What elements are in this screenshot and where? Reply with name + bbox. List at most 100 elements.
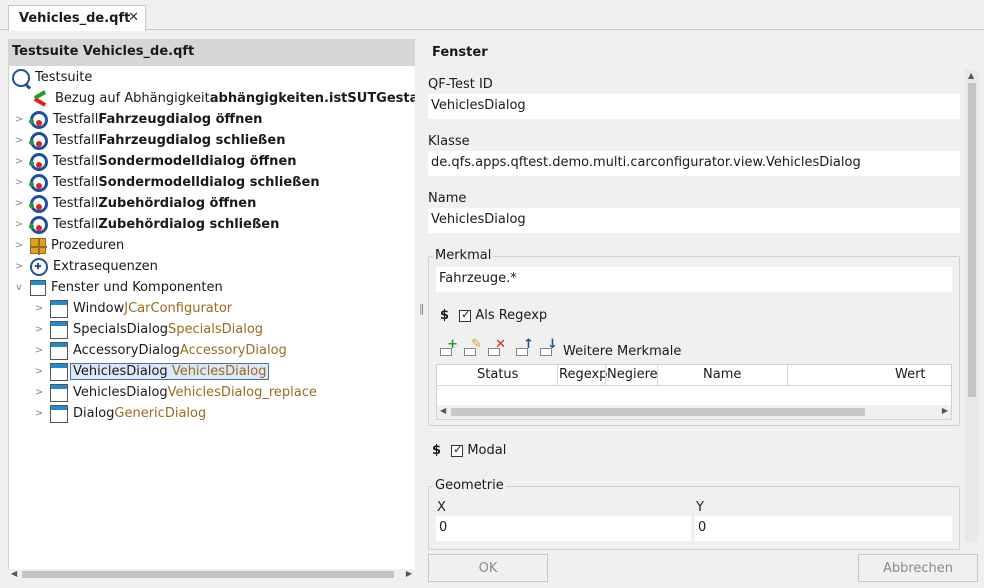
tree-item-window[interactable]: > Dialog GenericDialog <box>32 403 206 424</box>
scrollbar-thumb[interactable] <box>22 571 394 578</box>
dollar-icon[interactable]: $ <box>432 443 441 458</box>
scroll-right-icon[interactable]: ▶ <box>942 406 948 415</box>
edit-row-icon[interactable]: ✎ <box>464 337 484 356</box>
klasse-field[interactable]: de.qfs.apps.qftest.demo.multi.carconfigu… <box>428 151 960 176</box>
tab-vehicles-qft[interactable]: Vehicles_de.qft ✕ <box>8 5 146 31</box>
testsuite-tree[interactable]: Testsuite Bezug auf Abhängigkeit abhängi… <box>8 66 415 569</box>
expand-chevron-icon[interactable]: > <box>12 240 26 251</box>
panel-title: Fenster <box>432 45 488 60</box>
x-field[interactable]: 0 <box>436 516 691 541</box>
delete-row-icon[interactable]: ✕ <box>488 337 508 356</box>
expand-chevron-icon[interactable]: > <box>12 135 26 146</box>
tree-item-testsuite[interactable]: Testsuite <box>12 67 92 88</box>
name-field[interactable]: VehiclesDialog <box>428 208 960 233</box>
tree-item-label-bold: Fahrzeugdialog öffnen <box>98 112 263 127</box>
tree-item-testcase[interactable]: > Testfall Sondermodelldialog öffnen <box>12 151 297 172</box>
expand-chevron-icon[interactable]: > <box>12 114 26 125</box>
y-field[interactable]: 0 <box>695 516 952 541</box>
modal-checkbox[interactable] <box>451 443 464 457</box>
tree-item-label: Testfall <box>53 217 99 232</box>
tree-item-label: Prozeduren <box>51 238 125 253</box>
regexp-checkbox[interactable] <box>459 308 472 322</box>
expand-chevron-icon[interactable]: > <box>12 261 26 272</box>
tree-item-label: VehiclesDialog <box>73 385 168 400</box>
scrollbar-thumb[interactable] <box>968 83 976 397</box>
tree-item-label: Bezug auf Abhängigkeit <box>55 91 210 106</box>
tree-horizontal-scrollbar[interactable]: ◀ ▶ <box>8 569 415 580</box>
expand-chevron-icon[interactable]: > <box>32 366 46 377</box>
close-icon[interactable]: ✕ <box>128 10 139 25</box>
merkmal-field[interactable]: Fahrzeuge.* <box>436 267 952 292</box>
add-row-icon[interactable]: + <box>440 337 460 356</box>
tree-item-testcase[interactable]: > Testfall Fahrzeugdialog öffnen <box>12 109 262 130</box>
testsuite-header: Testsuite Vehicles_de.qft <box>8 39 415 66</box>
tree-item-label: Testsuite <box>35 70 93 85</box>
tree-item-testcase[interactable]: > Testfall Zubehördialog öffnen <box>12 193 256 214</box>
tree-item-windows-components[interactable]: v Fenster und Komponenten <box>12 277 223 298</box>
expand-chevron-icon[interactable]: > <box>32 345 46 356</box>
column-status[interactable]: Status <box>477 367 518 382</box>
extras-icon <box>30 257 48 276</box>
tree-item-testcase[interactable]: > Testfall Sondermodelldialog schließen <box>12 172 320 193</box>
scroll-left-icon[interactable]: ◀ <box>440 406 446 415</box>
tree-item-testcase[interactable]: > Testfall Zubehördialog schließen <box>12 214 279 235</box>
procedures-icon <box>30 237 47 255</box>
move-up-icon[interactable]: ↑ <box>516 337 536 356</box>
details-vertical-scrollbar[interactable]: ▲ <box>965 70 978 542</box>
tree-item-window[interactable]: > VehiclesDialog VehiclesDialog_replace <box>32 382 317 403</box>
expand-chevron-icon[interactable]: > <box>12 156 26 167</box>
scrollbar-thumb[interactable] <box>451 408 865 416</box>
tree-item-label: Extrasequenzen <box>53 259 158 274</box>
tree-item-label-bold: Sondermodelldialog schließen <box>98 175 320 190</box>
table-horizontal-scrollbar[interactable]: ◀ ▶ <box>437 405 951 419</box>
dollar-icon[interactable]: $ <box>440 308 449 323</box>
move-down-icon[interactable]: ↓ <box>540 337 560 356</box>
tree-item-dependency-ref[interactable]: Bezug auf Abhängigkeit abhängigkeiten.is… <box>32 88 415 109</box>
tree-item-procedures[interactable]: > Prozeduren <box>12 235 124 256</box>
column-wert[interactable]: Wert <box>895 367 926 382</box>
expand-chevron-icon[interactable]: > <box>32 387 46 398</box>
expand-chevron-icon[interactable]: > <box>32 324 46 335</box>
expand-chevron-icon[interactable]: > <box>32 303 46 314</box>
splitter-handle-icon[interactable]: ‖ <box>419 302 425 315</box>
y-label: Y <box>696 500 704 515</box>
tree-item-window[interactable]: > AccessoryDialog AccessoryDialog <box>32 340 287 361</box>
windows-components-icon <box>30 279 46 296</box>
modal-label: Modal <box>467 443 507 458</box>
expand-chevron-icon[interactable]: > <box>12 177 26 188</box>
tree-item-label-bold: abhängigkeiten.istSUTGestartet <box>209 91 415 106</box>
column-name[interactable]: Name <box>703 367 741 382</box>
modal-row: $ Modal <box>432 443 507 459</box>
expand-chevron-icon[interactable]: > <box>12 198 26 209</box>
collapse-chevron-icon[interactable]: v <box>12 282 26 293</box>
tree-item-id: VehiclesDialog <box>171 364 267 379</box>
tree-item-label: VehiclesDialog <box>73 364 172 379</box>
ok-button[interactable]: OK <box>428 554 548 582</box>
qftest-id-field[interactable]: VehiclesDialog <box>428 94 960 119</box>
tree-item-extras[interactable]: > Extrasequenzen <box>12 256 158 277</box>
scroll-up-icon[interactable]: ▲ <box>968 71 974 80</box>
cancel-button[interactable]: Abbrechen <box>858 554 978 582</box>
tree-item-label-bold: Zubehördialog schließen <box>98 217 280 232</box>
tree-item-id: JCarConfigurator <box>124 301 233 316</box>
tree-item-label: Fenster und Komponenten <box>51 280 223 295</box>
expand-chevron-icon[interactable]: > <box>12 219 26 230</box>
weitere-merkmale-table[interactable]: Status Regexp Negiere Name Wert ◀ ▶ <box>436 364 952 420</box>
column-negiere[interactable]: Negiere <box>607 367 658 382</box>
testcase-icon <box>29 110 48 129</box>
tree-item-label: Testfall <box>53 133 99 148</box>
selected-item-label[interactable]: VehiclesDialog VehiclesDialog <box>70 363 270 380</box>
expand-chevron-icon[interactable]: > <box>32 408 46 419</box>
tree-item-label: Testfall <box>53 112 99 127</box>
scroll-left-icon[interactable]: ◀ <box>11 569 17 578</box>
regexp-label: Als Regexp <box>475 308 548 323</box>
scroll-right-icon[interactable]: ▶ <box>406 569 412 578</box>
tree-item-id: SpecialsDialog <box>168 322 264 337</box>
qftest-id-label: QF-Test ID <box>428 77 493 92</box>
tree-item-testcase[interactable]: > Testfall Fahrzeugdialog schließen <box>12 130 285 151</box>
tree-item-window[interactable]: > Window JCarConfigurator <box>32 298 232 319</box>
tree-item-window-selected[interactable]: > VehiclesDialog VehiclesDialog <box>32 361 270 382</box>
tree-item-label-bold: Sondermodelldialog öffnen <box>98 154 297 169</box>
tree-item-window[interactable]: > SpecialsDialog SpecialsDialog <box>32 319 263 340</box>
column-regexp[interactable]: Regexp <box>559 367 607 382</box>
